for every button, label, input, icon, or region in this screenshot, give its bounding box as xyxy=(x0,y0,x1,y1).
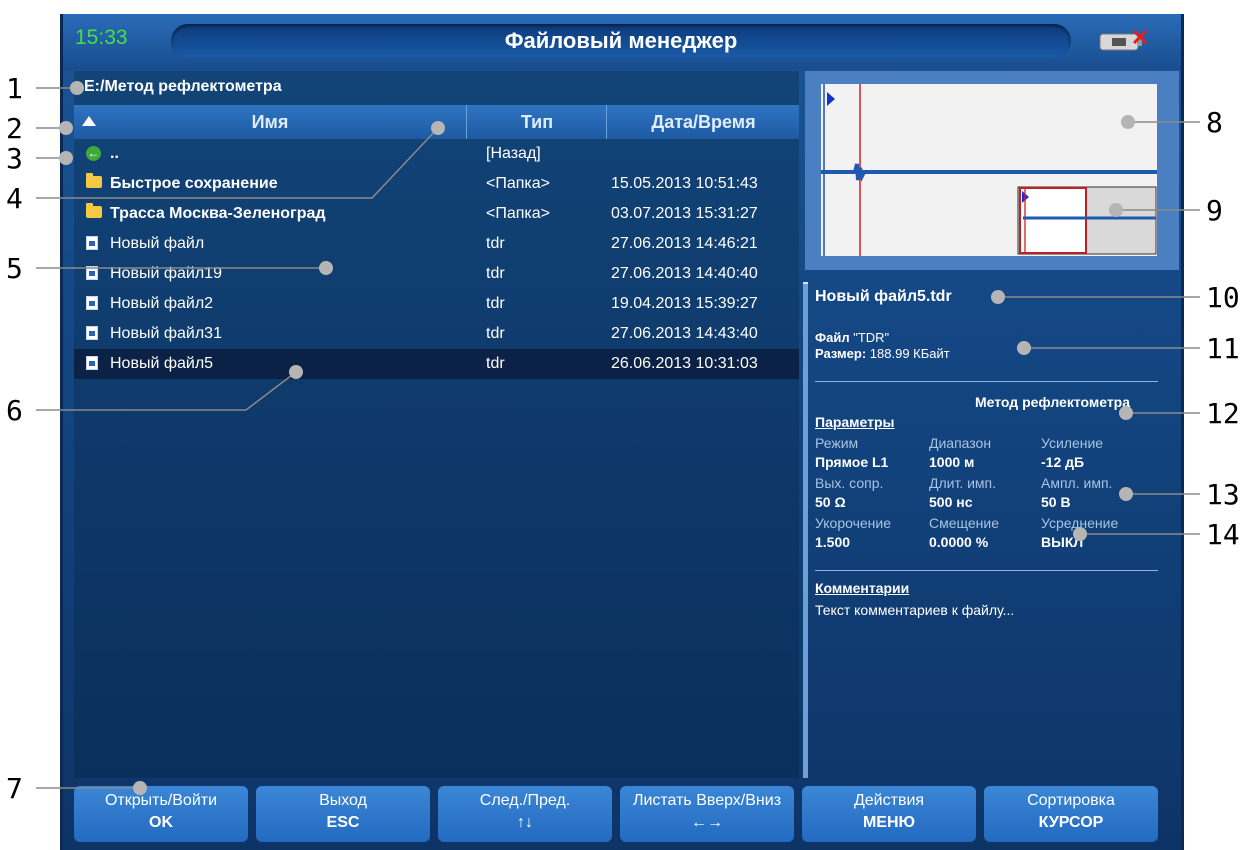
callout-number: 4 xyxy=(6,182,23,215)
callout-dot xyxy=(319,261,333,275)
callout-number: 10 xyxy=(1206,281,1240,314)
callout-dot xyxy=(1109,203,1123,217)
callout-number: 9 xyxy=(1206,194,1223,227)
callout-dot xyxy=(431,121,445,135)
callout-dot xyxy=(133,781,147,795)
callout-number: 5 xyxy=(6,252,23,285)
callout-number: 12 xyxy=(1206,397,1240,430)
callout-number: 7 xyxy=(6,772,23,805)
callout-dot xyxy=(1119,487,1133,501)
callout-dot xyxy=(70,81,84,95)
callout-dot xyxy=(1017,341,1031,355)
callout-dot xyxy=(59,121,73,135)
callout-number: 8 xyxy=(1206,106,1223,139)
callout-dot xyxy=(1119,406,1133,420)
callout-number: 6 xyxy=(6,394,23,427)
callout-number: 11 xyxy=(1206,332,1240,365)
callout-number: 3 xyxy=(6,142,23,175)
callout-number: 13 xyxy=(1206,478,1240,511)
callout-number: 1 xyxy=(6,72,23,105)
callout-dot xyxy=(59,151,73,165)
callout-number: 2 xyxy=(6,112,23,145)
callout-lines xyxy=(36,87,1200,789)
callout-dot xyxy=(1121,115,1135,129)
callout-dot xyxy=(1073,527,1087,541)
callout-dot xyxy=(289,365,303,379)
callout-number: 14 xyxy=(1206,518,1240,551)
callout-dot xyxy=(991,290,1005,304)
